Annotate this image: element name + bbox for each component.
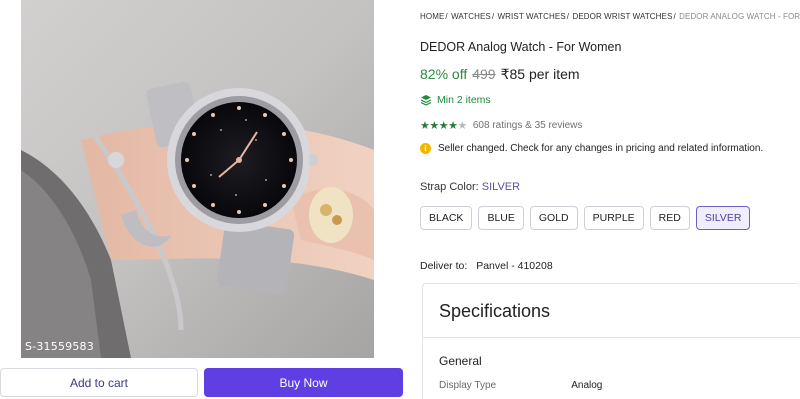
seller-notice: i Seller changed. Check for any changes … bbox=[420, 143, 763, 154]
breadcrumb-separator: / bbox=[445, 12, 448, 21]
breadcrumb: HOME/ WATCHES/ WRIST WATCHES/ DEDOR WRIS… bbox=[420, 12, 800, 21]
spec-section-general: General bbox=[439, 354, 482, 368]
deliver-label: Deliver to: bbox=[420, 260, 468, 272]
spec-key: Display Type bbox=[439, 380, 497, 391]
specifications-title: Specifications bbox=[439, 301, 551, 321]
layers-icon bbox=[420, 95, 432, 106]
breadcrumb-home[interactable]: HOME bbox=[420, 12, 444, 21]
star-icon: ★ bbox=[429, 120, 439, 132]
min-items-label: Min 2 items bbox=[437, 94, 491, 106]
product-image[interactable]: S-31559583 bbox=[21, 0, 374, 358]
action-buttons: Add to cart Buy Now bbox=[0, 368, 410, 399]
product-details: HOME/ WATCHES/ WRIST WATCHES/ DEDOR WRIS… bbox=[420, 0, 800, 399]
color-option-blue[interactable]: BLUE bbox=[478, 206, 524, 230]
deliver-to[interactable]: Deliver to: Panvel - 410208 bbox=[420, 260, 553, 272]
ratings-count: 608 ratings & 35 reviews bbox=[472, 120, 583, 131]
color-option-gold[interactable]: GOLD bbox=[529, 206, 578, 230]
buy-now-button[interactable]: Buy Now bbox=[204, 368, 403, 397]
discount-percent: 82% off bbox=[420, 66, 468, 82]
star-icon: ★ bbox=[438, 120, 449, 132]
notice-text: Seller changed. Check for any changes in… bbox=[438, 143, 764, 154]
specifications-card: Specifications General Display Type Anal… bbox=[422, 283, 800, 399]
star-icon: ★ bbox=[420, 120, 430, 132]
breadcrumb-wrist-watches[interactable]: WRIST WATCHES bbox=[498, 12, 566, 21]
strap-color-label: Strap Color: SILVER bbox=[420, 181, 520, 193]
breadcrumb-separator: / bbox=[566, 12, 570, 21]
strap-label-text: Strap Color: bbox=[420, 181, 479, 193]
original-price: 499 bbox=[472, 66, 496, 82]
breadcrumb-separator: / bbox=[673, 12, 676, 21]
spec-value: Analog bbox=[571, 380, 603, 391]
breadcrumb-watches[interactable]: WATCHES bbox=[451, 12, 491, 21]
deliver-location: Panvel - 410208 bbox=[476, 260, 553, 272]
strap-color-options: BLACK BLUE GOLD PURPLE RED SILVER bbox=[420, 206, 751, 230]
breadcrumb-separator: / bbox=[491, 12, 495, 21]
image-code: S-31559583 bbox=[25, 340, 94, 353]
info-icon: i bbox=[420, 143, 431, 154]
star-icon: ★ bbox=[448, 120, 458, 132]
rating-stars: ★★★★★ bbox=[420, 119, 467, 132]
rating-row[interactable]: ★★★★★ 608 ratings & 35 reviews bbox=[420, 119, 582, 132]
color-option-black[interactable]: BLACK bbox=[420, 206, 473, 230]
color-option-silver[interactable]: SILVER bbox=[695, 206, 751, 230]
star-empty-icon: ★ bbox=[457, 120, 468, 132]
strap-selected-value: SILVER bbox=[481, 181, 521, 193]
min-items-badge: Min 2 items bbox=[420, 94, 491, 106]
color-option-purple[interactable]: PURPLE bbox=[583, 206, 644, 230]
breadcrumb-dedor-wrist-watches[interactable]: DEDOR WRIST WATCHES bbox=[572, 12, 672, 21]
price-row: 82% off 499 ₹85 per item bbox=[420, 66, 580, 83]
product-title: DEDOR Analog Watch - For Women bbox=[420, 40, 622, 54]
spec-row: Display Type Analog bbox=[439, 380, 602, 391]
add-to-cart-button[interactable]: Add to cart bbox=[0, 368, 198, 397]
watch-photo bbox=[21, 0, 374, 358]
breadcrumb-current: DEDOR ANALOG WATCH - FOR WOMEN bbox=[679, 12, 800, 21]
divider bbox=[423, 337, 800, 338]
selling-price: ₹85 per item bbox=[500, 66, 580, 82]
color-option-red[interactable]: RED bbox=[649, 206, 690, 230]
